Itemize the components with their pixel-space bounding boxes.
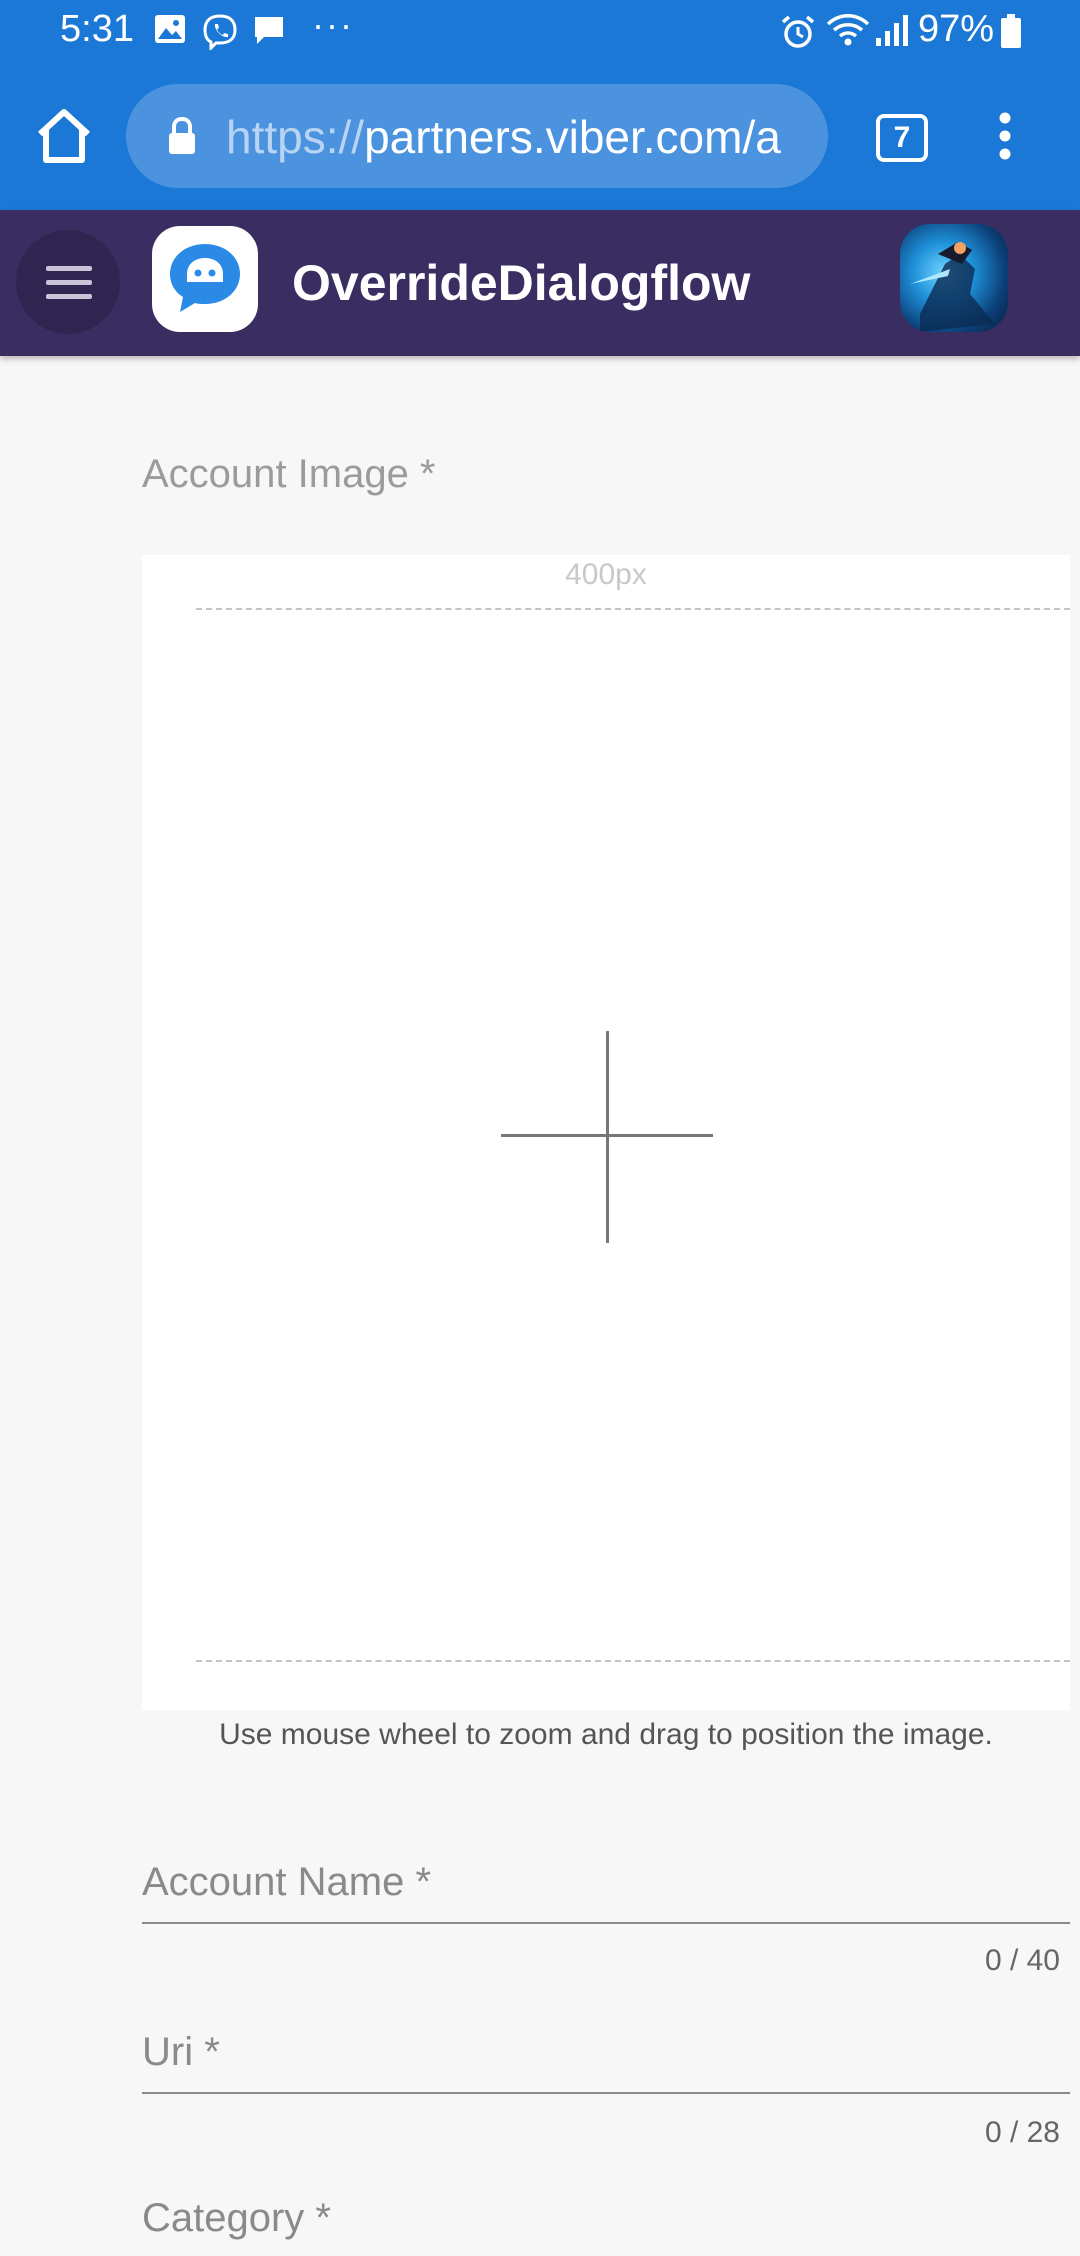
uri-underline: [142, 2092, 1070, 2094]
add-image-icon-vertical: [606, 1031, 609, 1243]
status-time: 5:31: [60, 8, 134, 50]
uri-placeholder: Uri *: [142, 2030, 220, 2074]
url-text: https://partners.viber.com/a: [226, 110, 781, 164]
menu-icon-line: [46, 280, 92, 285]
url-scheme: https://: [226, 111, 365, 163]
account-image-label: Account Image *: [142, 452, 436, 496]
more-notifications-indicator: ···: [312, 4, 354, 45]
menu-icon-line: [46, 266, 92, 271]
alarm-icon: [780, 14, 816, 55]
crop-guide-bottom: [196, 1660, 1070, 1662]
url-host: partners.viber.com/a: [364, 111, 781, 163]
category-field[interactable]: Category *: [142, 2196, 1070, 2256]
app-title: OverrideDialogflow: [292, 255, 751, 311]
image-hint: Use mouse wheel to zoom and drag to posi…: [219, 1718, 993, 1751]
lock-icon: [166, 116, 198, 161]
image-upload-area[interactable]: 400px: [142, 555, 1070, 1710]
account-name-counter: 0 / 40: [984, 1944, 1060, 1977]
viber-icon: [202, 14, 238, 55]
status-bar: 5:31 ··· 97%: [0, 0, 1080, 62]
menu-icon-line: [46, 294, 92, 299]
more-vert-icon: [999, 112, 1011, 160]
home-icon: [37, 109, 91, 163]
app-logo: [152, 226, 258, 332]
category-placeholder: Category *: [142, 2196, 331, 2240]
browser-menu-button[interactable]: [990, 106, 1020, 166]
app-header: OverrideDialogflow: [0, 210, 1080, 356]
battery-icon: [1000, 14, 1022, 53]
tab-switcher-button[interactable]: 7: [876, 114, 928, 162]
account-name-field[interactable]: Account Name *: [142, 1850, 1070, 1930]
home-button[interactable]: [34, 106, 94, 166]
bot-chat-icon: [170, 244, 240, 312]
account-name-underline: [142, 1922, 1070, 1924]
user-avatar[interactable]: [900, 224, 1008, 332]
browser-toolbar: https://partners.viber.com/a 7: [0, 62, 1080, 210]
signal-icon: [874, 14, 910, 53]
crop-guide-top: [196, 608, 1070, 610]
wifi-icon: [826, 14, 870, 53]
account-name-placeholder: Account Name *: [142, 1860, 432, 1904]
image-size-label: 400px: [565, 558, 647, 591]
address-bar[interactable]: https://partners.viber.com/a: [126, 84, 828, 188]
avatar-image: [910, 242, 995, 332]
battery-percent: 97%: [918, 8, 995, 50]
menu-button[interactable]: [16, 230, 120, 334]
gallery-icon: [154, 14, 186, 49]
uri-counter: 0 / 28: [984, 2116, 1060, 2149]
message-icon: [252, 14, 286, 51]
uri-field[interactable]: Uri *: [142, 2022, 1070, 2102]
